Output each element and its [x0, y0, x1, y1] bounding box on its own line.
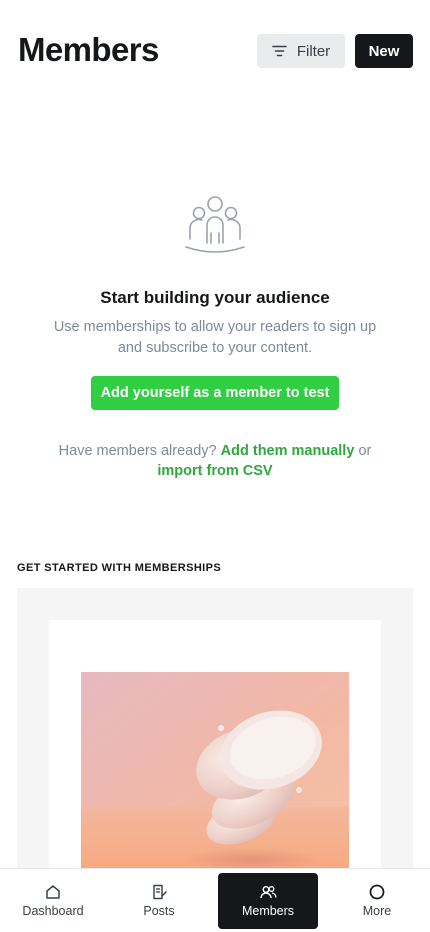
nav-label-dashboard: Dashboard: [22, 904, 84, 918]
nav-label-posts: Posts: [143, 904, 175, 918]
filter-button[interactable]: Filter: [257, 34, 345, 68]
nav-label-more: More: [362, 904, 392, 918]
nav-item-posts[interactable]: Posts: [106, 873, 212, 929]
filter-icon: [272, 45, 287, 57]
members-icon: [260, 886, 277, 899]
more-circle-icon: [369, 884, 385, 900]
get-started-heading: GET STARTED WITH MEMBERSHIPS: [17, 562, 222, 574]
filter-label: Filter: [296, 42, 331, 60]
bottom-navigation: Dashboard Posts Members More: [0, 868, 430, 932]
home-icon: [46, 885, 60, 899]
import-csv-link[interactable]: import from CSV: [157, 463, 272, 479]
import-members-text: Have members already? Add them manually …: [40, 441, 390, 481]
or-text: or: [358, 443, 372, 459]
memberships-promo-card[interactable]: [49, 620, 381, 890]
import-prefix: Have members already?: [58, 443, 217, 459]
add-manually-link[interactable]: Add them manually: [221, 443, 355, 459]
page-title: Members: [18, 31, 159, 68]
add-yourself-button[interactable]: Add yourself as a member to test: [91, 376, 339, 410]
nav-label-members: Members: [241, 904, 295, 918]
nav-item-dashboard[interactable]: Dashboard: [0, 873, 106, 929]
nav-item-more[interactable]: More: [324, 873, 430, 929]
posts-icon: [153, 884, 167, 900]
promo-image: [81, 672, 349, 882]
memberships-promo-panel: [17, 588, 413, 890]
nav-item-members[interactable]: Members: [218, 872, 318, 929]
members-group-icon: [185, 196, 245, 253]
empty-state-description: Use memberships to allow your readers to…: [53, 319, 377, 356]
new-member-button[interactable]: New: [355, 34, 413, 68]
empty-state-title: Start building your audience: [100, 288, 330, 307]
page-header: Members Filter New: [0, 0, 430, 100]
